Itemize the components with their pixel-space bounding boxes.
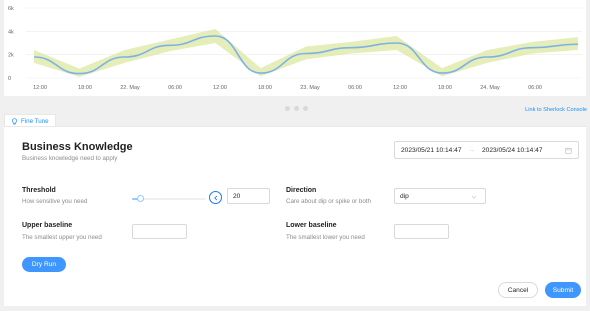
chevron-left-icon [213, 195, 217, 200]
date-range-picker[interactable]: 2023/05/21 10:14:47 → 2023/05/24 10:14:4… [394, 141, 579, 159]
section-subtitle: Business knowledge need to apply [22, 155, 118, 162]
dry-run-button[interactable]: Dry Run [22, 257, 66, 272]
x-tick-label: 18:00 [258, 85, 272, 91]
x-tick-label: 06:00 [528, 85, 542, 91]
upper-baseline-label: Upper baseline [22, 222, 73, 229]
chart-panel: 6k 4k 2k 0 12:00 18:00 22. May 06:00 12:00 18:00 2… [4, 0, 586, 96]
direction-value: dip [400, 192, 409, 200]
threshold-label: Threshold [22, 187, 56, 194]
section-title: Business Knowledge [22, 141, 133, 153]
x-tick-label: 12:00 [393, 85, 407, 91]
y-tick-label: 6k [8, 6, 14, 12]
x-tick-label: 18:00 [438, 85, 452, 91]
cancel-button[interactable]: Cancel [498, 282, 538, 298]
pager-dot[interactable] [303, 106, 308, 111]
submit-button[interactable]: Submit [545, 282, 581, 298]
lower-baseline-input[interactable] [394, 224, 449, 239]
tab-label: Fine Tune [21, 117, 49, 125]
threshold-reset-button[interactable] [209, 191, 222, 204]
x-tick-label: 06:00 [348, 85, 362, 91]
x-tick-label: 12:00 [33, 85, 47, 91]
pager-dot[interactable] [285, 106, 290, 111]
calendar-icon[interactable] [565, 147, 572, 154]
y-tick-label: 4k [8, 29, 14, 35]
direction-desc: Care about dip or spike or both [286, 198, 371, 205]
threshold-slider[interactable] [132, 195, 206, 203]
upper-baseline-input[interactable] [132, 224, 187, 239]
lower-baseline-desc: The smallest lower you need [286, 234, 365, 241]
y-tick-label: 0 [8, 76, 11, 82]
x-tick-label: 22. May [120, 85, 140, 91]
arrow-right-icon: → [468, 146, 476, 154]
bulb-icon [12, 117, 17, 124]
x-tick-label: 23. May [300, 85, 320, 91]
x-tick-label: 18:00 [78, 85, 92, 91]
upper-baseline-desc: The smallest upper you need [22, 234, 102, 241]
threshold-desc: How sensitive you need [22, 198, 88, 205]
x-tick-label: 24. May [480, 85, 500, 91]
y-tick-label: 2k [8, 53, 14, 59]
timeseries-chart[interactable]: 6k 4k 2k 0 12:00 18:00 22. May 06:00 12:00 18:00 2… [4, 0, 586, 96]
lower-baseline-label: Lower baseline [286, 222, 337, 229]
chart-pager[interactable] [283, 98, 310, 116]
chevron-down-icon [471, 195, 477, 199]
direction-select[interactable]: dip [394, 188, 486, 204]
range-start[interactable]: 2023/05/21 10:14:47 [401, 147, 462, 154]
x-tick-label: 12:00 [213, 85, 227, 91]
sherlock-console-link[interactable]: Link to Sherlock Console [525, 107, 587, 113]
fine-tune-panel: Business Knowledge Business knowledge ne… [4, 126, 586, 306]
pager-dot[interactable] [294, 106, 299, 111]
threshold-input[interactable]: 20 [227, 188, 270, 204]
range-end[interactable]: 2023/05/24 10:14:47 [482, 147, 543, 154]
x-tick-label: 06:00 [168, 85, 182, 91]
slider-handle[interactable] [137, 195, 145, 202]
direction-label: Direction [286, 187, 317, 194]
